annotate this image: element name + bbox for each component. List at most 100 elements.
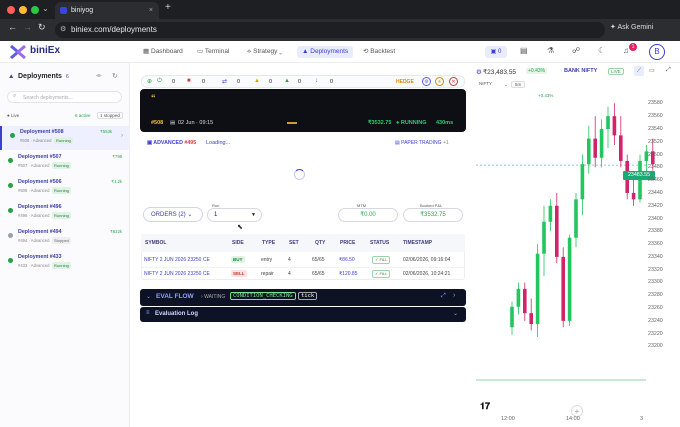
table-row[interactable]: NIFTY 2 JUN 2026 23250 CE SELL repair 4 … <box>141 267 465 279</box>
users-icon[interactable]: ☍ <box>572 46 580 55</box>
order-price: ₹86.50 <box>339 257 355 263</box>
clipboard-icon[interactable]: ▤ <box>520 46 528 55</box>
candle-body <box>619 135 623 161</box>
deployment-title: Deployment #508 <box>20 129 64 135</box>
candle-body <box>606 116 610 129</box>
logo-icon <box>9 44 27 60</box>
back-icon[interactable]: ← <box>8 22 17 32</box>
close-tab-icon[interactable]: × <box>149 2 153 19</box>
cursor-icon: ⬉ <box>237 224 243 231</box>
run-select[interactable]: 1 ▼ <box>207 208 262 222</box>
list-item[interactable]: Deployment #496 #496 · Advanced Running <box>0 201 130 225</box>
y-tick-label: 23200 <box>648 343 663 350</box>
order-qty: 65/65 <box>312 271 325 277</box>
y-tick-label: 23400 <box>648 215 663 222</box>
deployment-title: Deployment #506 <box>18 179 62 185</box>
deployment-pnl: ₹622k <box>110 229 122 234</box>
status-badge: Running <box>52 187 71 194</box>
list-item[interactable]: Deployment #494 #494 · Advanced Stopped … <box>0 226 130 250</box>
x-tick-label: 3 <box>640 416 644 422</box>
eval-flow-bar[interactable]: ⌄ EVAL FLOW › WAITING CONDITION_CHECKING… <box>140 289 466 306</box>
search-placeholder: Search deployments... <box>23 95 73 101</box>
y-tick-label: 23260 <box>648 305 663 312</box>
status-dot <box>8 208 13 213</box>
nav-terminal[interactable]: ▭ Terminal <box>197 46 229 58</box>
flask-icon[interactable]: ⚗ <box>547 46 554 55</box>
site-info-icon[interactable]: ⚙ <box>60 22 66 38</box>
nav-terminal-label: Terminal <box>204 48 230 55</box>
filter-icon[interactable]: ⌯ <box>96 72 102 80</box>
order-type: repair <box>261 271 274 277</box>
forward-icon[interactable]: → <box>23 22 32 32</box>
maximize-window-icon[interactable] <box>31 6 39 14</box>
mode-badge: ▣ ADVANCED #495 <box>147 140 197 146</box>
status-badge: Running <box>52 212 71 219</box>
column-header: QTY <box>315 240 326 246</box>
settings-icon[interactable]: ⚙ <box>422 77 431 86</box>
y-tick-label: 23360 <box>648 241 663 248</box>
evaluation-log-bar[interactable]: ≡ Evaluation Log ⌄ <box>140 307 466 322</box>
strategy-counter-button[interactable]: ▣ 0 <box>485 46 507 58</box>
nav-strategy[interactable]: ⟡ Strategy ⌄ <box>247 46 282 58</box>
search-input[interactable]: ⌕ Search deployments... <box>7 91 122 103</box>
list-item[interactable]: Deployment #507 #507 · Advanced Running … <box>0 151 130 175</box>
browser-tab[interactable]: biniyog × <box>55 2 159 19</box>
status-badge: ✓ FILL <box>372 256 391 264</box>
column-header: SYMBOL <box>145 240 167 246</box>
tradingview-logo: 𝟏𝟕 <box>480 401 491 411</box>
column-header: PRICE <box>340 240 356 246</box>
deployment-sub: #496 · Advanced <box>18 213 50 218</box>
candle-body <box>529 313 533 325</box>
nav-dashboard[interactable]: ▦ Dashboard <box>143 46 183 58</box>
deployment-sub: #494 · Advanced <box>18 238 50 243</box>
url-field[interactable]: ⚙ biniex.com/deployments <box>55 22 605 38</box>
down-icon: ↓ <box>315 78 318 84</box>
favicon-icon <box>60 7 67 14</box>
handle-icon <box>287 122 297 124</box>
minimize-window-icon[interactable] <box>19 6 27 14</box>
status-dot <box>10 133 15 138</box>
active-count: 6 active <box>75 113 91 118</box>
mtm-value: ₹0.00 <box>338 208 398 222</box>
eval-flow-title: EVAL FLOW <box>156 293 194 300</box>
stopped-count: 1 stopped <box>97 112 123 119</box>
ask-gemini-button[interactable]: ✦ Ask Gemini <box>610 23 653 31</box>
column-header: TIMESTAMP <box>403 240 433 246</box>
nav-deployments[interactable]: ▲ Deployments <box>297 46 354 58</box>
candle-body <box>516 288 521 307</box>
candle-body <box>567 237 572 321</box>
deployment-summary-card[interactable]: “ #508 ▤ 02 Jun · 09:15 ₹3532.75 ● RUNNI… <box>140 89 466 132</box>
running-indicator: ● RUNNING <box>396 120 427 126</box>
list-item[interactable]: Deployment #433 #433 · Advanced Running <box>0 251 130 275</box>
order-symbol: NIFTY 2 JUN 2026 23250 CE <box>144 271 210 277</box>
y-tick-label: 23280 <box>648 292 663 299</box>
pause-icon[interactable]: ⏸ <box>435 77 444 86</box>
candle-body <box>510 306 514 328</box>
column-header: STATUS <box>370 240 390 246</box>
new-tab-icon[interactable]: + <box>165 2 171 13</box>
moon-icon[interactable]: ☾ <box>598 46 605 55</box>
chevron-right-icon: › <box>121 133 123 139</box>
close-window-icon[interactable] <box>7 6 15 14</box>
table-row[interactable]: NIFTY 2 JUN 2026 23250 CE BUY entry 4 65… <box>141 254 465 266</box>
deployment-title: Deployment #433 <box>18 254 62 260</box>
candle-body <box>561 256 565 321</box>
refresh-icon[interactable]: ↻ <box>112 72 118 80</box>
paper-suffix: +1 <box>442 140 449 146</box>
list-item[interactable]: Deployment #506 #506 · Advanced Running … <box>0 176 130 200</box>
tab-list-icon[interactable]: ⌄ <box>42 4 49 13</box>
chevron-right-icon[interactable]: › <box>453 292 455 299</box>
side-badge: BUY <box>231 256 245 263</box>
paper-label: PAPER TRADING <box>401 140 442 146</box>
avatar[interactable]: B <box>649 44 665 60</box>
expand-icon[interactable]: ⤢ <box>441 293 446 300</box>
latency-value: 430ms <box>436 120 454 126</box>
list-item[interactable]: Deployment #508 #508 · Advanced Running … <box>0 126 130 150</box>
nav-backtest[interactable]: ⟲ Backtest <box>363 46 395 58</box>
y-tick-label: 23460 <box>648 177 663 184</box>
delete-icon[interactable]: ✕ <box>449 77 458 86</box>
reload-icon[interactable]: ↻ <box>38 22 46 33</box>
x-tick-label: 12:00 <box>501 416 515 422</box>
orders-dropdown[interactable]: ORDERS (2) ⌄ <box>143 207 203 222</box>
deployment-title: Deployment #494 <box>18 229 62 235</box>
